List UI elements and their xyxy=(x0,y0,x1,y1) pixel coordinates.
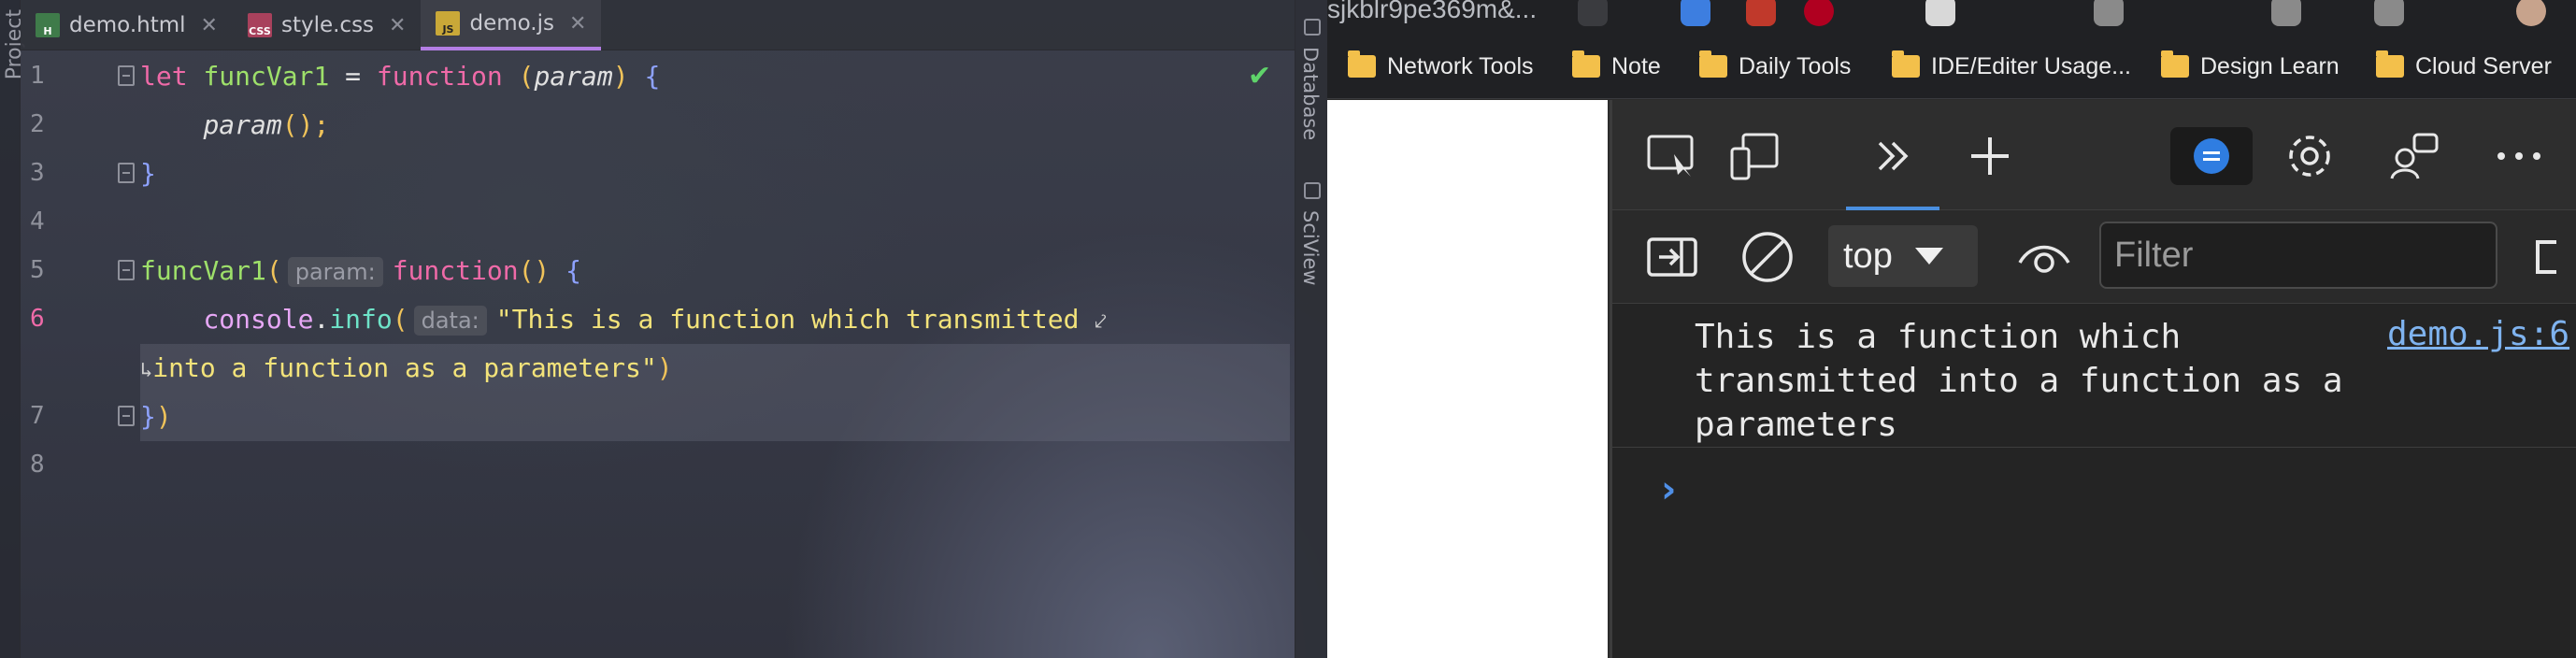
devtools-panel: top This is a function which transmitted… xyxy=(1610,100,2576,658)
fold-marker-icon[interactable] xyxy=(118,163,135,183)
more-options-icon[interactable] xyxy=(2491,128,2547,184)
bookmarks-bar: Network Tools Note Daily Tools IDE/Edite… xyxy=(1327,34,2576,99)
tab-demo-js[interactable]: JS demo.js ✕ xyxy=(421,0,602,50)
devtools-toolbar xyxy=(1612,100,2576,210)
bookmark-folder[interactable]: Design Learn xyxy=(2161,50,2340,82)
console-message-row: This is a function which transmitted int… xyxy=(1612,306,2576,448)
live-expression-eye-icon[interactable] xyxy=(2016,229,2072,285)
database-icon[interactable] xyxy=(1304,19,1321,36)
folder-icon xyxy=(2161,50,2189,78)
code-line-3: } xyxy=(140,158,156,189)
extension-icon[interactable] xyxy=(1681,0,1710,26)
extension-icon[interactable] xyxy=(1925,0,1955,26)
address-row: sjkblr9pe369m&... xyxy=(1327,0,2576,34)
browser-window: sjkblr9pe369m&... Network Tools Note Dai… xyxy=(1327,0,2576,658)
line-gutter: 1 2 3 4 5 6 7 8 xyxy=(21,52,135,658)
js-file-icon: JS xyxy=(436,11,461,36)
bookmark-folder[interactable]: Daily Tools xyxy=(1699,50,1851,82)
feedback-button[interactable] xyxy=(2170,127,2253,185)
extension-icon[interactable] xyxy=(1746,0,1776,26)
project-tool-strip[interactable]: Project xyxy=(0,0,26,658)
console-filter-bar: top xyxy=(1612,210,2576,304)
line-number: 3 xyxy=(30,159,45,187)
avatar[interactable] xyxy=(2516,0,2546,26)
context-select[interactable]: top xyxy=(1828,225,1978,287)
extension-icon[interactable] xyxy=(1578,0,1608,26)
line-number: 5 xyxy=(30,256,45,284)
ide-window: Project H demo.html ✕ CSS style.css ✕ JS… xyxy=(0,0,1327,658)
css-file-icon: CSS xyxy=(247,13,272,37)
code-line-6-wrapped: ↳into a function as a parameters") xyxy=(140,352,673,383)
chevrons-right-icon[interactable] xyxy=(1865,128,1921,184)
parameter-hint: data: xyxy=(413,306,487,336)
code-line-6: console.info(data: "This is a function wh… xyxy=(203,304,1107,336)
line-number: 2 xyxy=(30,110,45,138)
page-viewport[interactable] xyxy=(1327,100,1608,658)
device-emulation-icon[interactable] xyxy=(1726,128,1782,184)
chevron-down-icon xyxy=(1914,248,1943,265)
tab-demo-html[interactable]: H demo.html ✕ xyxy=(21,0,233,50)
default-levels-icon[interactable] xyxy=(2519,229,2556,285)
folder-icon xyxy=(1892,50,1920,78)
extension-icon[interactable] xyxy=(2271,0,2301,26)
folder-icon xyxy=(1348,50,1376,78)
fold-marker-icon[interactable] xyxy=(118,260,135,280)
line-number-current: 6 xyxy=(30,305,45,333)
inspect-element-icon[interactable] xyxy=(1644,128,1700,184)
close-icon[interactable]: ✕ xyxy=(389,14,406,37)
fold-marker-icon[interactable] xyxy=(118,65,135,86)
right-tool-strip: Database SciView xyxy=(1295,0,1327,658)
settings-gear-icon[interactable] xyxy=(2282,128,2338,184)
extension-icon[interactable] xyxy=(2094,0,2124,26)
bookmark-folder[interactable]: Cloud Server xyxy=(2376,50,2552,82)
context-value: top xyxy=(1843,236,1893,276)
close-icon[interactable]: ✕ xyxy=(569,12,586,36)
line-number: 1 xyxy=(30,62,45,90)
database-tool-label[interactable]: Database xyxy=(1299,47,1322,140)
url-fragment[interactable]: sjkblr9pe369m&... xyxy=(1327,0,1537,24)
tab-label: style.css xyxy=(280,13,375,37)
add-tab-icon[interactable] xyxy=(1962,128,2018,184)
tab-label: demo.js xyxy=(469,11,554,36)
feedback-icon xyxy=(2194,138,2229,174)
folder-icon xyxy=(2376,50,2404,78)
code-line-5: funcVar1(param: function() { xyxy=(140,255,581,287)
close-icon[interactable]: ✕ xyxy=(201,14,218,37)
console-message-text: This is a function which transmitted int… xyxy=(1695,318,2343,444)
bookmark-folder[interactable]: Note xyxy=(1572,50,1661,82)
folder-icon xyxy=(1699,50,1727,78)
html-file-icon: H xyxy=(36,13,60,37)
bookmark-folder[interactable]: Network Tools xyxy=(1348,50,1534,82)
folder-icon xyxy=(1572,50,1600,78)
parameter-hint: param: xyxy=(287,257,383,287)
clear-console-icon[interactable] xyxy=(1739,229,1796,285)
ublock-icon[interactable] xyxy=(1804,0,1834,26)
tab-label: demo.html xyxy=(69,13,186,37)
sciview-icon[interactable] xyxy=(1304,182,1321,199)
sciview-tool-label[interactable]: SciView xyxy=(1299,210,1322,286)
extension-icon[interactable] xyxy=(2374,0,2404,26)
message-source-link[interactable]: demo.js:6 xyxy=(2387,315,2569,353)
inspection-ok-icon[interactable]: ✔ xyxy=(1248,60,1271,93)
editor-tabs: H demo.html ✕ CSS style.css ✕ JS demo.js… xyxy=(21,0,1295,50)
line-number: 7 xyxy=(30,402,45,430)
filter-input[interactable] xyxy=(2099,222,2497,289)
code-line-2: param(); xyxy=(203,109,330,140)
line-number: 4 xyxy=(30,207,45,236)
fold-marker-icon[interactable] xyxy=(118,406,135,426)
code-editor[interactable]: let funcVar1 = function (param) { param(… xyxy=(140,52,1290,658)
code-line-7: }) xyxy=(140,401,172,432)
line-number: 8 xyxy=(30,451,45,479)
tab-style-css[interactable]: CSS style.css ✕ xyxy=(233,0,422,50)
sidebar-toggle-icon[interactable] xyxy=(1644,229,1700,285)
customize-icon[interactable] xyxy=(2386,128,2442,184)
code-line-1: let funcVar1 = function (param) { xyxy=(140,61,661,92)
console-prompt-icon[interactable]: › xyxy=(1661,468,1676,511)
soft-wrap-icon: ↳ xyxy=(140,359,153,382)
soft-wrap-icon: ⤦ xyxy=(1095,310,1107,334)
bookmark-folder[interactable]: IDE/Editer Usage... xyxy=(1892,50,2131,82)
